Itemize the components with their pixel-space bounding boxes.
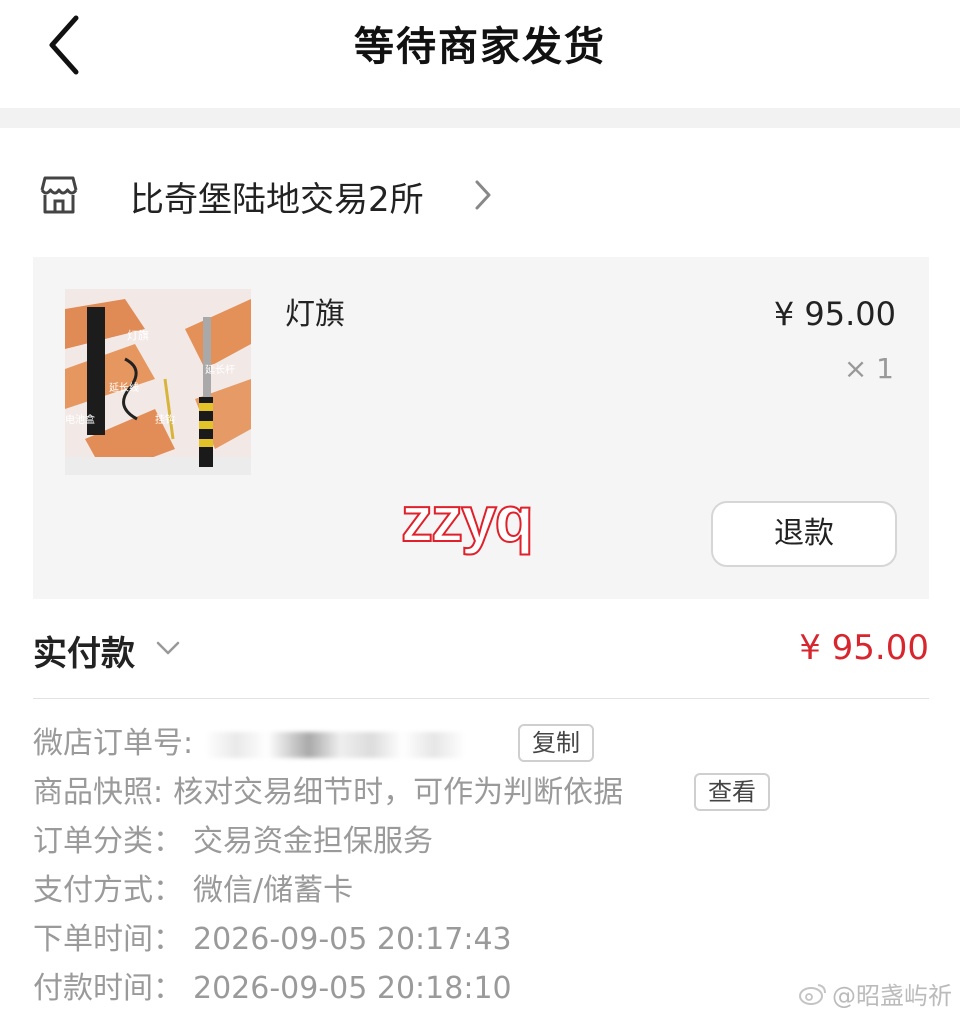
- product-name[interactable]: 灯旗: [285, 289, 345, 333]
- product-image[interactable]: 灯旗 延长线 延长杆 电池盒 挂钩: [65, 289, 251, 475]
- shop-name[interactable]: 比奇堡陆地交易2所: [130, 172, 424, 221]
- info-row-snapshot: 商品快照: 核对交易细节时，可作为判断依据 查看: [33, 767, 929, 816]
- product-price: ¥ 95.00: [773, 295, 896, 333]
- divider: [33, 698, 929, 699]
- chevron-right-icon: [475, 180, 491, 210]
- info-row-pay-time: 付款时间： 2026-09-05 20:18:10: [33, 963, 929, 1012]
- pay-time-value: 2026-09-05 20:18:10: [193, 971, 512, 1006]
- refund-button[interactable]: 退款: [711, 501, 897, 567]
- pay-method-value: 微信/储蓄卡: [193, 873, 354, 908]
- info-row-order-time: 下单时间： 2026-09-05 20:17:43: [33, 914, 929, 963]
- shop-row[interactable]: 比奇堡陆地交易2所: [0, 150, 960, 240]
- view-snapshot-button[interactable]: 查看: [694, 773, 770, 811]
- weibo-handle: @昭盏屿祈: [832, 982, 952, 1010]
- pay-time-label: 付款时间：: [33, 971, 183, 1006]
- image-label-flag: 灯旗: [127, 328, 149, 342]
- order-no-redacted: [205, 731, 466, 758]
- image-label-hook: 挂钩: [155, 413, 175, 426]
- watermark-text: zzyq: [400, 482, 535, 556]
- order-no-label: 微店订单号:: [33, 726, 194, 761]
- image-label-pole: 延长杆: [205, 364, 235, 376]
- image-label-cable: 延长线: [109, 381, 139, 394]
- page-title: 等待商家发货: [354, 24, 606, 70]
- category-label: 订单分类：: [33, 824, 183, 859]
- order-info-list: 微店订单号: 复制 商品快照: 核对交易细节时，可作为判断依据 查看 订单分类： 交…: [33, 718, 929, 1012]
- product-quantity: × 1: [843, 352, 894, 385]
- weibo-watermark: @昭盏屿祈: [798, 976, 952, 1011]
- pay-method-label: 支付方式：: [33, 873, 183, 908]
- snapshot-value: 核对交易细节时，可作为判断依据: [173, 775, 624, 810]
- paid-row[interactable]: 实付款 ¥ 95.00: [33, 620, 929, 680]
- product-card[interactable]: 灯旗 延长线 延长杆 电池盒 挂钩 灯旗 ¥ 95.00 × 1 zzyq 退款: [33, 257, 929, 599]
- info-row-pay-method: 支付方式： 微信/储蓄卡: [33, 865, 929, 914]
- info-row-order-no: 微店订单号: 复制: [33, 718, 929, 767]
- order-time-label: 下单时间：: [33, 922, 183, 957]
- copy-button[interactable]: 复制: [518, 724, 594, 762]
- header: 等待商家发货: [0, 0, 960, 108]
- snapshot-label: 商品快照:: [33, 775, 164, 810]
- paid-amount: ¥ 95.00: [799, 628, 929, 668]
- category-value: 交易资金担保服务: [193, 824, 433, 859]
- paid-label: 实付款: [33, 634, 135, 674]
- order-time-value: 2026-09-05 20:17:43: [193, 922, 512, 957]
- info-row-category: 订单分类： 交易资金担保服务: [33, 816, 929, 865]
- section-divider: [0, 108, 960, 128]
- product-photo: 灯旗 延长线 延长杆 电池盒 挂钩: [65, 289, 251, 475]
- shop-icon: [40, 176, 78, 214]
- weibo-icon: [799, 983, 826, 1005]
- chevron-down-icon[interactable]: [155, 640, 181, 656]
- image-label-battery: 电池盒: [65, 413, 95, 426]
